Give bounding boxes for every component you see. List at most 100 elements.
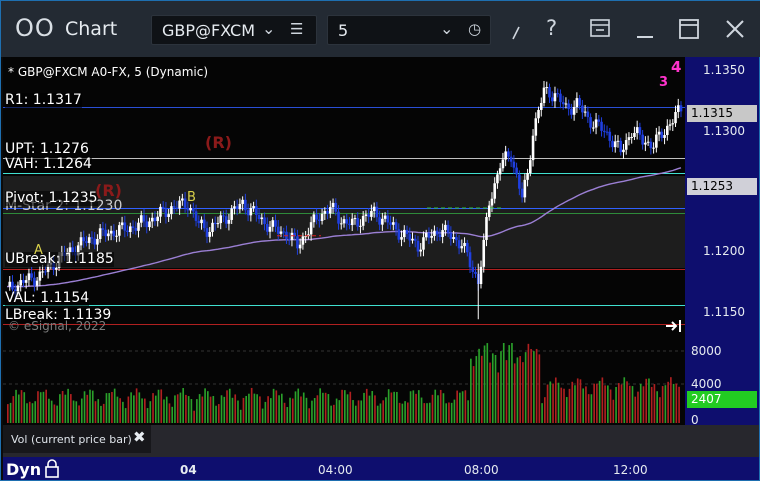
layout-icon[interactable] bbox=[590, 19, 612, 39]
volume-bar bbox=[231, 397, 234, 423]
price-bar bbox=[38, 271, 42, 281]
maximize-icon[interactable] bbox=[679, 19, 699, 39]
volume-bar bbox=[554, 377, 557, 423]
volume-bar bbox=[28, 401, 31, 423]
price-bar bbox=[444, 224, 447, 231]
price-bar bbox=[424, 233, 428, 238]
current-volume-badge: 2407 bbox=[687, 391, 757, 408]
price-bar bbox=[178, 200, 181, 209]
price-bar bbox=[526, 173, 529, 180]
price-bar bbox=[679, 105, 683, 112]
price-bar bbox=[567, 103, 570, 109]
volume-bar bbox=[620, 384, 623, 423]
price-bar bbox=[487, 205, 491, 218]
interval-dropdown[interactable]: 5 ⌄ ◷ bbox=[327, 15, 491, 45]
price-bar bbox=[205, 228, 209, 237]
symbol-dropdown[interactable]: GBP@FXCM ⌄ ☰ bbox=[151, 15, 317, 45]
volume-bar bbox=[305, 397, 308, 423]
val-label: VAL: 1.1154 bbox=[5, 290, 90, 306]
dynamic-mode-label[interactable]: Dyn bbox=[6, 460, 41, 479]
menu-icon[interactable]: ☰ bbox=[290, 20, 303, 38]
price-bar bbox=[263, 217, 266, 225]
volume-study-tab[interactable]: Vol (current price bar) ✖ bbox=[3, 425, 151, 453]
price-bar bbox=[298, 244, 302, 249]
interval-value: 5 bbox=[338, 21, 349, 40]
time-tick: 04 bbox=[180, 463, 197, 477]
volume-bar bbox=[37, 391, 39, 423]
price-bar bbox=[44, 271, 47, 273]
volume-bar bbox=[217, 404, 220, 423]
price-axis[interactable] bbox=[685, 57, 759, 339]
volume-bar bbox=[363, 392, 365, 423]
volume-bar bbox=[253, 393, 256, 423]
help-icon[interactable]: ? bbox=[546, 16, 557, 40]
volume-bar bbox=[478, 348, 480, 423]
clock-icon[interactable]: ◷ bbox=[468, 20, 481, 38]
volume-bar bbox=[565, 397, 568, 423]
volume-bar bbox=[563, 388, 565, 423]
volume-bar bbox=[322, 392, 324, 423]
volume-bar bbox=[319, 388, 321, 423]
volume-bar bbox=[483, 345, 486, 423]
volume-bar bbox=[385, 397, 387, 423]
volume-bar bbox=[163, 399, 165, 423]
price-bar bbox=[107, 233, 110, 237]
price-bar bbox=[224, 216, 228, 224]
price-bar bbox=[537, 109, 540, 119]
scroll-to-end-icon[interactable] bbox=[665, 319, 683, 333]
volume-bar bbox=[453, 399, 456, 423]
price-bar bbox=[192, 208, 195, 212]
volume-bar bbox=[626, 381, 628, 423]
volume-bar bbox=[176, 394, 179, 423]
price-bar bbox=[602, 130, 606, 132]
price-bar bbox=[455, 237, 458, 241]
pen-icon[interactable] bbox=[509, 23, 523, 41]
price-bar bbox=[545, 87, 549, 89]
volume-bar bbox=[250, 387, 253, 423]
price-bar bbox=[389, 222, 392, 225]
volume-bar bbox=[508, 345, 511, 423]
volume-bar bbox=[576, 378, 579, 423]
price-bar bbox=[134, 227, 138, 231]
price-bar bbox=[194, 211, 198, 221]
chart-window: OO Chart GBP@FXCM ⌄ ☰ 5 ⌄ ◷ ? * GBP@FXCM… bbox=[0, 0, 760, 481]
window-title: Chart bbox=[65, 18, 118, 40]
price-bar bbox=[200, 219, 203, 224]
price-bar bbox=[339, 223, 343, 225]
volume-bar bbox=[533, 351, 535, 423]
volume-bar bbox=[226, 390, 228, 423]
volume-bar bbox=[97, 399, 100, 423]
volume-bar bbox=[111, 391, 113, 423]
price-tick: 1.1150 bbox=[703, 305, 745, 319]
price-bar bbox=[561, 102, 565, 105]
volume-bar bbox=[59, 394, 61, 423]
close-icon[interactable]: ✖ bbox=[133, 428, 146, 446]
volume-bar bbox=[204, 388, 206, 423]
minimize-icon[interactable] bbox=[635, 21, 655, 41]
volume-bar bbox=[17, 394, 20, 423]
volume-bar bbox=[7, 404, 9, 423]
lock-icon[interactable] bbox=[44, 459, 60, 479]
chevron-down-icon[interactable]: ⌄ bbox=[440, 19, 453, 38]
volume-bar bbox=[645, 378, 648, 423]
price-bar bbox=[534, 118, 538, 136]
price-bar bbox=[312, 214, 316, 223]
price-bar bbox=[435, 230, 439, 235]
volume-bar bbox=[450, 402, 453, 423]
price-bar bbox=[627, 137, 631, 141]
price-bar bbox=[619, 140, 623, 153]
price-bar bbox=[90, 237, 94, 239]
close-icon[interactable] bbox=[725, 19, 745, 39]
volume-bar bbox=[661, 386, 664, 423]
volume-bar bbox=[631, 386, 634, 423]
price-bar bbox=[181, 198, 184, 201]
price-bar bbox=[572, 107, 576, 115]
volume-bar bbox=[390, 392, 393, 423]
symbol-value: GBP@FXCM bbox=[162, 21, 255, 40]
ubreak-label: UBreak: 1.1185 bbox=[5, 251, 114, 267]
volume-bar bbox=[50, 400, 53, 423]
price-bar bbox=[159, 206, 162, 217]
price-bar bbox=[55, 267, 58, 270]
price-bar bbox=[575, 98, 579, 108]
chevron-down-icon[interactable]: ⌄ bbox=[262, 19, 275, 38]
